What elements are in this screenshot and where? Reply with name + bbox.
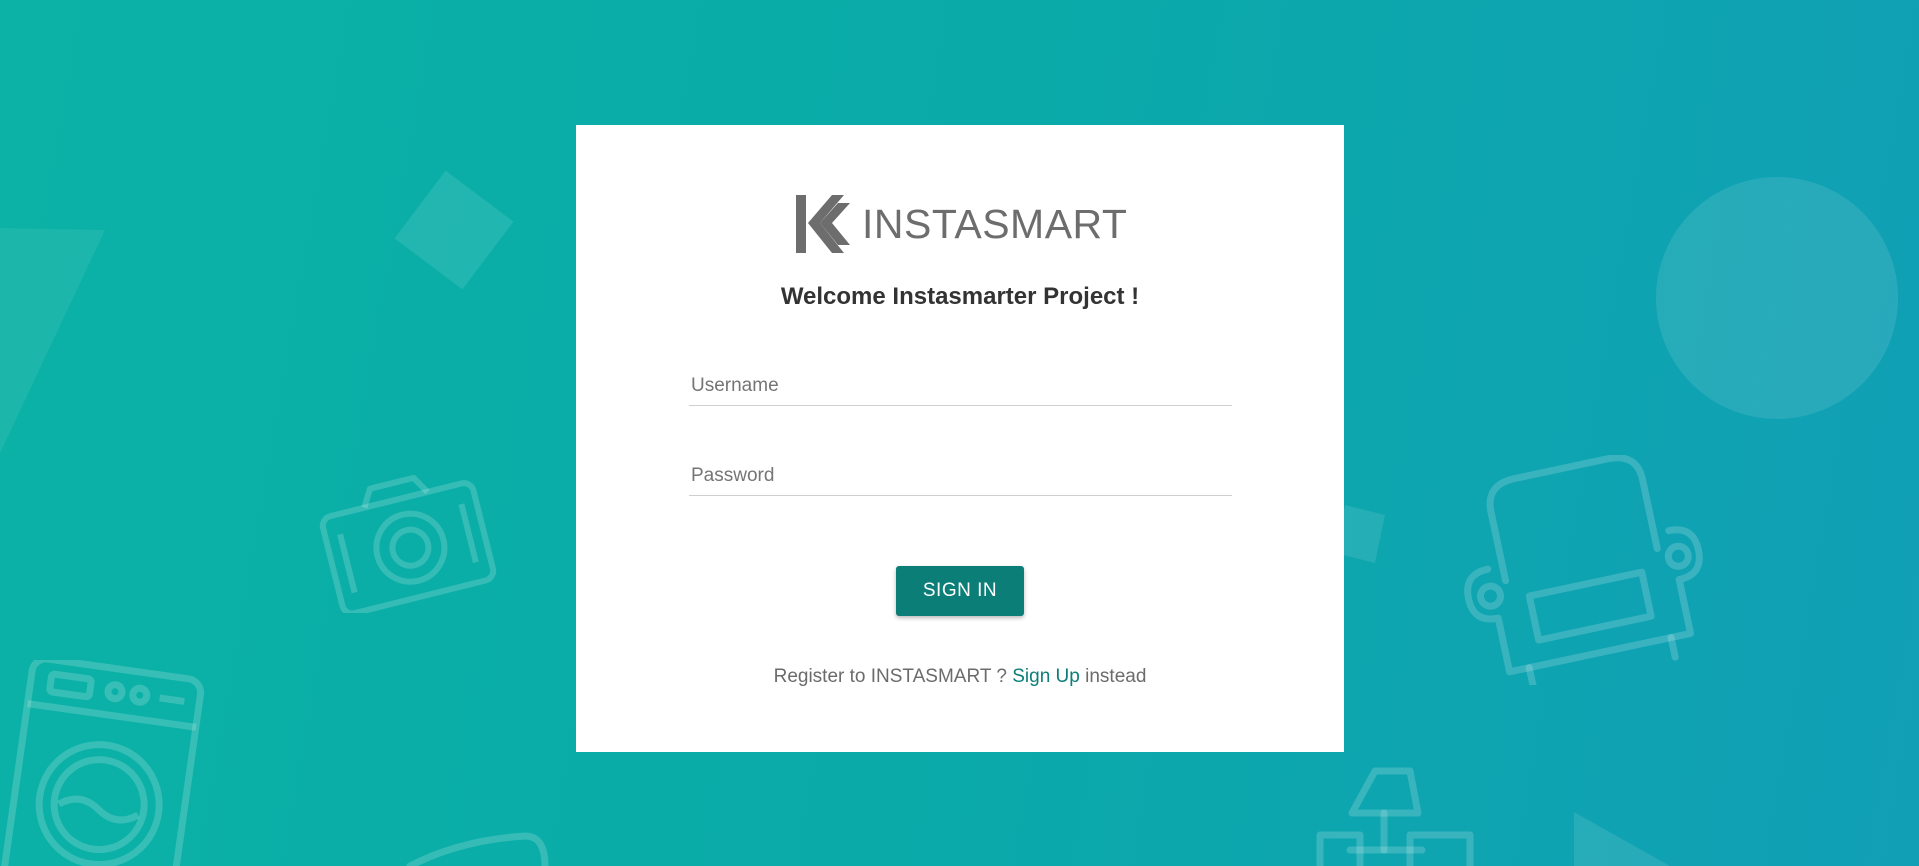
sign-up-link[interactable]: Sign Up [1012,666,1080,687]
brand-logo: INSTASMART [794,193,1127,255]
welcome-heading: Welcome Instasmarter Project ! [780,283,1140,310]
triangle-shape [0,228,110,458]
register-suffix: instead [1085,666,1147,687]
lamp-icon [1310,765,1490,866]
leaf-shape [400,830,550,866]
sign-in-button[interactable]: SIGN IN [896,566,1024,616]
instasmart-logo-icon [796,195,850,253]
password-field [689,459,1232,496]
register-prompt: Register to INSTASMART ? Sign Up instead [576,666,1344,688]
diamond-shape [392,168,516,292]
password-input[interactable] [689,459,1232,493]
username-input[interactable] [689,369,1232,403]
page-background: INSTASMART Welcome Instasmarter Project … [0,0,1919,866]
register-prefix: Register to INSTASMART ? [773,666,1007,687]
brand-name: INSTASMART [862,200,1128,247]
washing-machine-icon [0,660,210,866]
camera-icon [318,463,498,613]
armchair-icon [1455,455,1705,685]
username-field [689,369,1232,406]
circle-shape [1655,176,1900,421]
triangle-shape [1572,810,1672,866]
login-card: INSTASMART Welcome Instasmarter Project … [576,125,1344,752]
